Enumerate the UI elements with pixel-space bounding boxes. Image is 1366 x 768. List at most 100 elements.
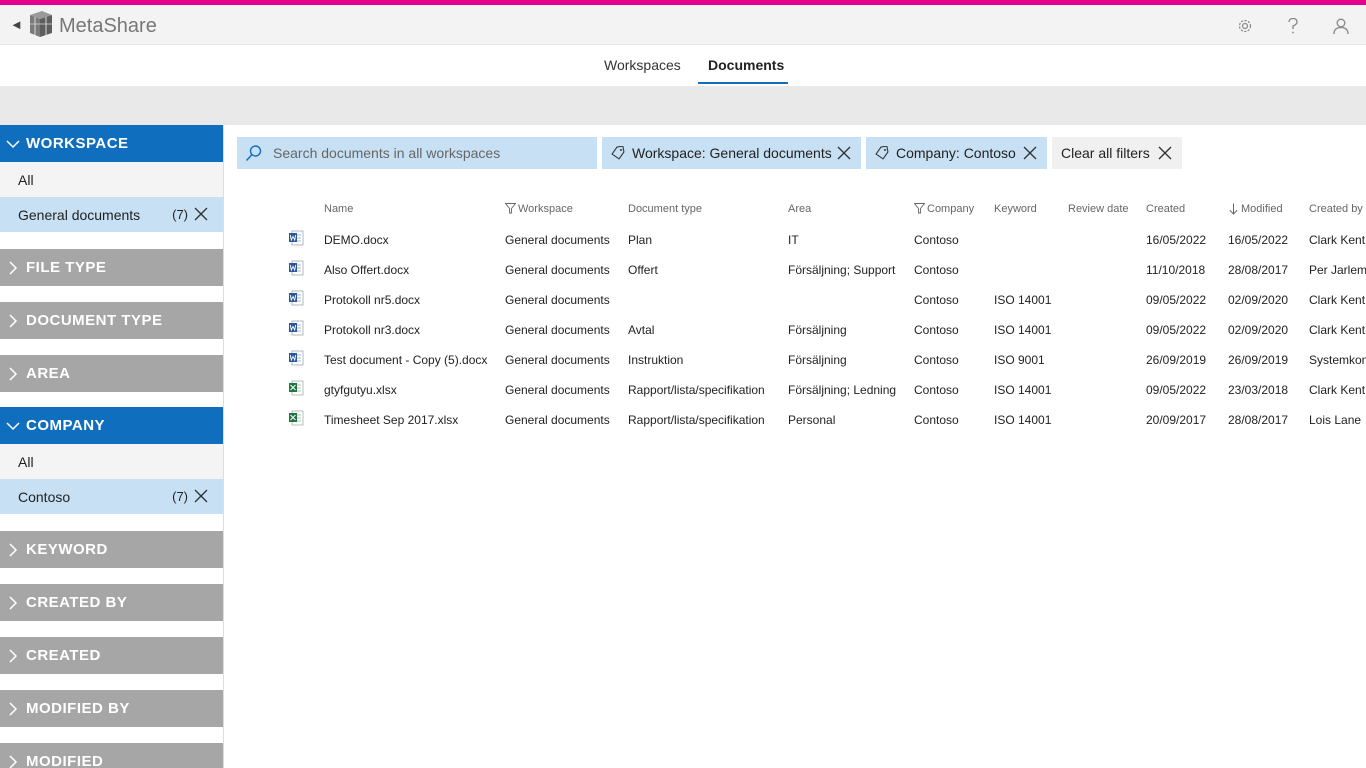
cell-document-type: Rapport/lista/specifikation bbox=[628, 383, 765, 397]
filter-chip-workspace[interactable]: Workspace: General documents bbox=[602, 137, 861, 169]
facet-company-header[interactable]: COMPANY bbox=[0, 407, 223, 444]
filter-icon bbox=[505, 203, 516, 214]
cell-name[interactable]: Timesheet Sep 2017.xlsx bbox=[324, 413, 494, 427]
cell-area: IT bbox=[788, 233, 799, 247]
word-file-icon bbox=[288, 320, 304, 336]
column-header-modified[interactable]: Modified bbox=[1241, 203, 1283, 215]
column-header-keyword[interactable]: Keyword bbox=[994, 203, 1037, 215]
chevron-down-icon bbox=[0, 139, 26, 149]
cell-workspace: General documents bbox=[505, 353, 610, 367]
tab-documents[interactable]: Documents bbox=[708, 57, 784, 73]
column-header-name[interactable]: Name bbox=[324, 203, 353, 215]
gear-icon[interactable] bbox=[1232, 13, 1258, 39]
cell-created: 20/09/2017 bbox=[1146, 413, 1207, 427]
cell-workspace: General documents bbox=[505, 413, 610, 427]
cell-created: 11/10/2018 bbox=[1146, 263, 1206, 277]
column-header-review-date[interactable]: Review date bbox=[1068, 203, 1129, 215]
cell-name[interactable]: Protokoll nr3.docx bbox=[324, 323, 494, 337]
facet-document-type-header[interactable]: DOCUMENT TYPE bbox=[0, 302, 223, 339]
help-icon[interactable] bbox=[1280, 13, 1306, 39]
facet-label: DOCUMENT TYPE bbox=[26, 312, 163, 329]
facet-option-label: General documents bbox=[18, 206, 141, 223]
chevron-right-icon bbox=[0, 313, 26, 328]
cell-area: Försäljning; Support bbox=[788, 263, 896, 277]
cell-name[interactable]: Protokoll nr5.docx bbox=[324, 293, 494, 307]
facet-modified-by-header[interactable]: MODIFIED BY bbox=[0, 690, 223, 727]
chevron-right-icon bbox=[0, 701, 26, 716]
tag-icon bbox=[875, 146, 889, 160]
facet-workspace-selected[interactable]: General documents (7) bbox=[0, 197, 223, 232]
facet-label: WORKSPACE bbox=[26, 135, 129, 152]
cell-modified: 26/09/2019 bbox=[1228, 353, 1289, 367]
close-icon[interactable] bbox=[194, 207, 208, 221]
column-header-area[interactable]: Area bbox=[788, 203, 811, 215]
cell-created-by: Clark Kent bbox=[1309, 323, 1366, 337]
facet-count: (7) bbox=[172, 207, 188, 222]
chevron-right-icon bbox=[0, 542, 26, 557]
close-icon[interactable] bbox=[194, 489, 208, 503]
facet-workspace-all[interactable]: All bbox=[0, 162, 223, 197]
cell-created: 16/05/2022 bbox=[1146, 233, 1207, 247]
search-input[interactable] bbox=[273, 145, 583, 161]
facet-file-type-header[interactable]: FILE TYPE bbox=[0, 249, 223, 286]
column-header-created-by[interactable]: Created by bbox=[1309, 203, 1363, 215]
cell-name[interactable]: Test document - Copy (5).docx bbox=[324, 353, 494, 367]
facet-label: CREATED BY bbox=[26, 594, 128, 611]
close-icon[interactable] bbox=[837, 146, 851, 160]
filter-sidebar: WORKSPACE All General documents (7) FILE… bbox=[0, 125, 224, 768]
tab-workspaces[interactable]: Workspaces bbox=[604, 57, 681, 73]
tab-bar: Workspaces Documents bbox=[0, 45, 1366, 86]
facet-workspace-header[interactable]: WORKSPACE bbox=[0, 125, 223, 162]
facet-created-by-header[interactable]: CREATED BY bbox=[0, 584, 223, 621]
search-box bbox=[237, 137, 597, 169]
facet-area-header[interactable]: AREA bbox=[0, 355, 223, 392]
clear-all-filters-button[interactable]: Clear all filters bbox=[1052, 137, 1182, 169]
command-band bbox=[0, 86, 1366, 125]
facet-keyword-header[interactable]: KEYWORD bbox=[0, 531, 223, 568]
cell-document-type: Avtal bbox=[628, 323, 655, 337]
cell-created: 09/05/2022 bbox=[1146, 293, 1207, 307]
user-icon[interactable] bbox=[1328, 13, 1354, 39]
cell-document-type: Instruktion bbox=[628, 353, 684, 367]
filter-chip-label: Company: Contoso bbox=[896, 145, 1016, 161]
cell-area: Försäljning; Ledning bbox=[788, 383, 897, 397]
chevron-right-icon bbox=[0, 366, 26, 381]
word-file-icon bbox=[288, 230, 304, 246]
cell-company: Contoso bbox=[914, 263, 959, 277]
facet-label: FILE TYPE bbox=[26, 259, 107, 276]
facet-option-label: All bbox=[18, 171, 34, 188]
facet-label: MODIFIED bbox=[26, 753, 104, 768]
column-header-workspace[interactable]: Workspace bbox=[518, 203, 573, 215]
filter-icon bbox=[914, 203, 925, 214]
cell-workspace: General documents bbox=[505, 233, 610, 247]
facet-modified-header[interactable]: MODIFIED bbox=[0, 743, 223, 768]
cell-name[interactable]: gtyfgutyu.xlsx bbox=[324, 383, 494, 397]
facet-label: KEYWORD bbox=[26, 541, 108, 558]
filter-chip-label: Workspace: General documents bbox=[632, 145, 832, 161]
cell-area: Personal bbox=[788, 413, 836, 427]
cell-modified: 16/05/2022 bbox=[1228, 233, 1289, 247]
cell-name[interactable]: DEMO.docx bbox=[324, 233, 494, 247]
cell-modified: 02/09/2020 bbox=[1228, 323, 1289, 337]
filter-chip-company[interactable]: Company: Contoso bbox=[866, 137, 1047, 169]
column-header-document-type[interactable]: Document type bbox=[628, 203, 702, 215]
column-header-created[interactable]: Created bbox=[1146, 203, 1185, 215]
cell-company: Contoso bbox=[914, 293, 959, 307]
cell-workspace: General documents bbox=[505, 293, 610, 307]
cell-created-by: Clark Kent bbox=[1309, 233, 1366, 247]
active-tab-indicator bbox=[698, 82, 788, 84]
close-icon[interactable] bbox=[1023, 146, 1037, 160]
facet-company-all[interactable]: All bbox=[0, 444, 223, 479]
top-bar: ◄ MetaShare bbox=[0, 5, 1366, 45]
word-file-icon bbox=[288, 350, 304, 366]
facet-label: MODIFIED BY bbox=[26, 700, 130, 717]
back-button[interactable]: ◄ bbox=[10, 17, 23, 32]
chevron-right-icon bbox=[0, 595, 26, 610]
cell-name[interactable]: Also Offert.docx bbox=[324, 263, 494, 277]
facet-company-selected[interactable]: Contoso (7) bbox=[0, 479, 223, 514]
cell-workspace: General documents bbox=[505, 383, 610, 397]
cell-created: 26/09/2019 bbox=[1146, 353, 1207, 367]
facet-created-header[interactable]: CREATED bbox=[0, 637, 223, 674]
chevron-down-icon bbox=[0, 421, 26, 431]
column-header-company[interactable]: Company bbox=[927, 203, 974, 215]
